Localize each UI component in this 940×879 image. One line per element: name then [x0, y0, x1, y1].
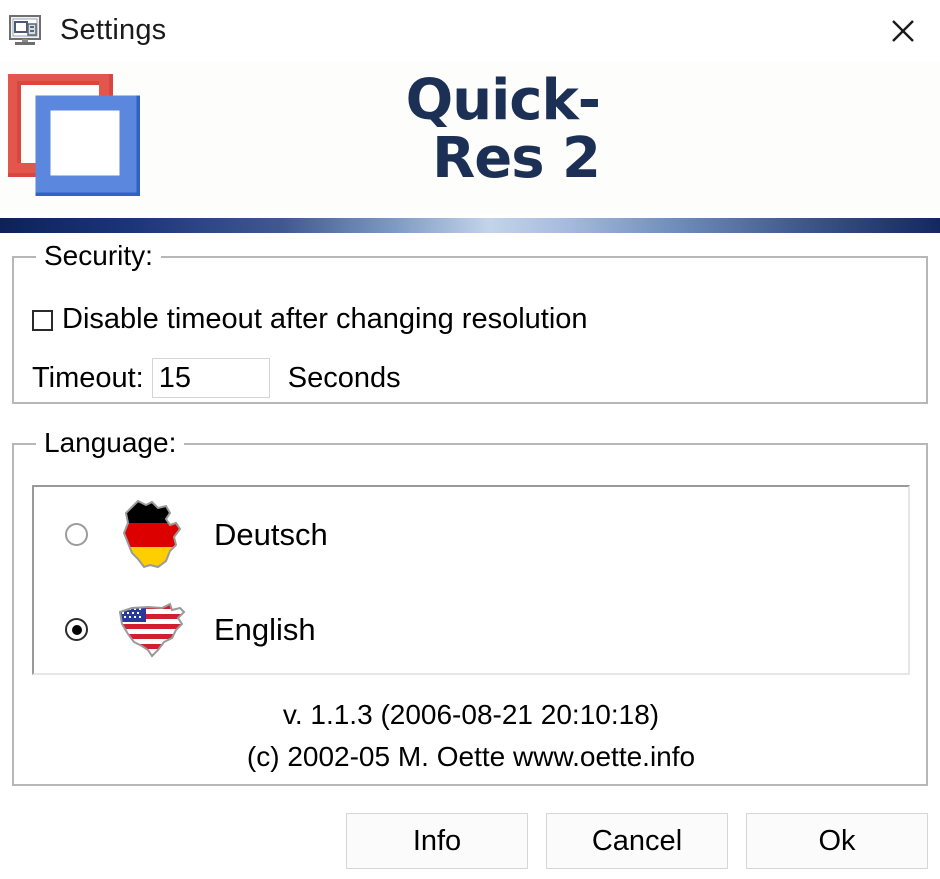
brand-wordmark: Quick- Res 2 — [80, 72, 601, 191]
language-option-english[interactable]: English — [34, 582, 908, 677]
info-button[interactable]: Info — [346, 813, 528, 869]
copyright-text: (c) 2002-05 M. Oette www.oette.info — [246, 741, 696, 772]
close-x-glyph — [892, 20, 914, 42]
window-title: Settings — [60, 14, 167, 46]
language-label-english: English — [214, 612, 316, 647]
monitor-settings-icon — [9, 15, 43, 47]
security-group-title: Security: — [36, 241, 161, 271]
radio-english[interactable] — [65, 618, 88, 641]
language-group-title: Language: — [36, 428, 185, 458]
germany-map-flag-icon — [114, 499, 190, 571]
disable-timeout-row[interactable]: Disable timeout after changing resolutio… — [32, 304, 588, 335]
cancel-button[interactable]: Cancel — [546, 813, 728, 869]
brand-line-2: Res 2 — [432, 126, 601, 191]
gradient-divider — [0, 218, 940, 233]
usa-map-flag-icon — [114, 594, 190, 666]
language-option-deutsch[interactable]: Deutsch — [34, 487, 908, 582]
brand-line-1: Quick- — [405, 68, 601, 133]
security-group: Security: Disable timeout after changing… — [12, 241, 928, 404]
brand-banner: Quick- Res 2 — [0, 62, 940, 214]
disable-timeout-checkbox[interactable] — [32, 310, 53, 331]
close-icon[interactable] — [884, 12, 922, 50]
version-text: v. 1.1.3 (2006-08-21 20:10:18) — [282, 699, 660, 730]
ok-button[interactable]: Ok — [746, 813, 928, 869]
disable-timeout-label: Disable timeout after changing resolutio… — [62, 303, 588, 335]
seconds-label: Seconds — [287, 361, 401, 394]
language-group: Language: Deutsch English v. 1.1.3 (2006… — [12, 428, 928, 786]
radio-deutsch[interactable] — [65, 523, 88, 546]
language-list[interactable]: Deutsch English — [32, 485, 910, 675]
title-bar: Settings — [0, 0, 940, 62]
timeout-row: Timeout: Seconds — [32, 358, 401, 398]
timeout-input[interactable] — [151, 358, 270, 398]
language-label-deutsch: Deutsch — [214, 517, 328, 552]
timeout-label: Timeout: — [32, 361, 144, 394]
